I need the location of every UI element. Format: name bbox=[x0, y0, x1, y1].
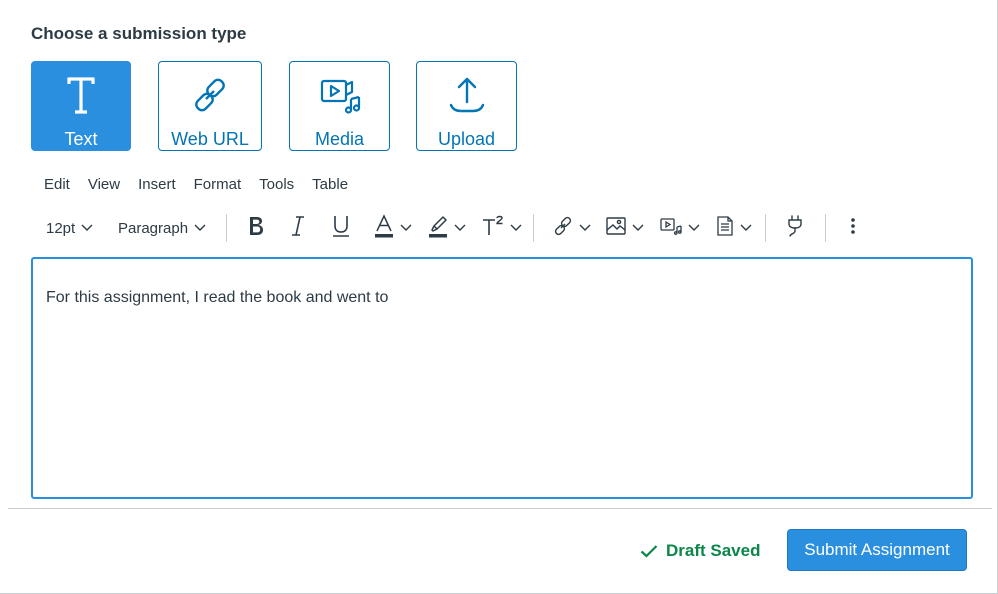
editor-content[interactable]: For this assignment, I read the book and… bbox=[46, 289, 388, 307]
toolbar-separator bbox=[765, 214, 766, 242]
editor-toolbar: 12pt Paragraph bbox=[32, 210, 982, 246]
submission-type-media-button[interactable]: Media bbox=[289, 61, 390, 151]
chevron-down-icon bbox=[632, 224, 644, 232]
chevron-down-icon bbox=[688, 224, 700, 232]
link-icon bbox=[190, 72, 230, 115]
text-icon bbox=[66, 72, 96, 115]
block-format-dropdown[interactable]: Paragraph bbox=[118, 210, 206, 246]
superscript-icon bbox=[482, 215, 504, 242]
bold-button[interactable] bbox=[246, 210, 266, 246]
chevron-down-icon bbox=[194, 224, 206, 232]
underline-button[interactable] bbox=[332, 210, 350, 246]
link-icon bbox=[553, 216, 573, 241]
image-icon bbox=[606, 216, 626, 240]
insert-image-button[interactable] bbox=[606, 210, 644, 246]
submission-type-label: Upload bbox=[437, 129, 496, 149]
font-size-dropdown[interactable]: 12pt bbox=[46, 210, 93, 246]
insert-media-button[interactable] bbox=[660, 210, 700, 246]
more-options-button[interactable] bbox=[850, 210, 856, 246]
underline-icon bbox=[332, 214, 350, 243]
toolbar-separator bbox=[226, 214, 227, 242]
media-icon bbox=[319, 72, 361, 115]
submission-type-web-url-button[interactable]: Web URL bbox=[158, 61, 262, 151]
section-heading: Choose a submission type bbox=[31, 24, 247, 43]
submission-type-label: Media bbox=[314, 129, 365, 149]
menu-edit[interactable]: Edit bbox=[44, 176, 70, 193]
highlighter-icon bbox=[428, 214, 448, 243]
checkmark-icon bbox=[640, 544, 658, 558]
toolbar-separator bbox=[825, 214, 826, 242]
menu-format[interactable]: Format bbox=[194, 176, 242, 193]
font-size-value: 12pt bbox=[46, 219, 76, 237]
upload-icon bbox=[447, 72, 487, 115]
rich-text-editor[interactable]: For this assignment, I read the book and… bbox=[31, 257, 973, 499]
submission-panel: Choose a submission type Text Web URL Me… bbox=[0, 0, 998, 594]
insert-document-button[interactable] bbox=[716, 210, 752, 246]
document-icon bbox=[716, 215, 734, 241]
submission-type-label: Text bbox=[64, 129, 98, 149]
highlight-color-button[interactable] bbox=[428, 210, 466, 246]
submission-type-label: Web URL bbox=[171, 129, 249, 149]
toolbar-separator bbox=[533, 214, 534, 242]
text-color-icon bbox=[374, 213, 394, 243]
italic-button[interactable] bbox=[290, 210, 306, 246]
chevron-down-icon bbox=[579, 224, 591, 232]
submission-type-text-button[interactable]: Text bbox=[31, 61, 131, 151]
superscript-button[interactable] bbox=[482, 210, 522, 246]
chevron-down-icon bbox=[740, 224, 752, 232]
menu-insert[interactable]: Insert bbox=[138, 176, 176, 193]
chevron-down-icon bbox=[400, 224, 412, 232]
submission-type-upload-button[interactable]: Upload bbox=[416, 61, 517, 151]
bold-icon bbox=[246, 215, 266, 242]
editor-menubar: Edit View Insert Format Tools Table bbox=[44, 176, 366, 193]
chevron-down-icon bbox=[454, 224, 466, 232]
footer-divider bbox=[8, 508, 992, 509]
text-color-button[interactable] bbox=[374, 210, 412, 246]
draft-status-text: Draft Saved bbox=[666, 541, 761, 560]
insert-link-button[interactable] bbox=[553, 210, 591, 246]
chevron-down-icon bbox=[81, 224, 93, 232]
apps-plugin-button[interactable] bbox=[786, 210, 804, 246]
chevron-down-icon bbox=[510, 224, 522, 232]
plug-icon bbox=[786, 214, 804, 242]
menu-view[interactable]: View bbox=[88, 176, 120, 193]
more-vertical-icon bbox=[850, 217, 856, 240]
menu-table[interactable]: Table bbox=[312, 176, 348, 193]
menu-tools[interactable]: Tools bbox=[259, 176, 294, 193]
media-icon bbox=[660, 217, 682, 240]
italic-icon bbox=[290, 215, 306, 242]
draft-status: Draft Saved bbox=[640, 538, 760, 564]
submit-assignment-button[interactable]: Submit Assignment bbox=[787, 529, 967, 571]
block-format-value: Paragraph bbox=[118, 219, 189, 237]
